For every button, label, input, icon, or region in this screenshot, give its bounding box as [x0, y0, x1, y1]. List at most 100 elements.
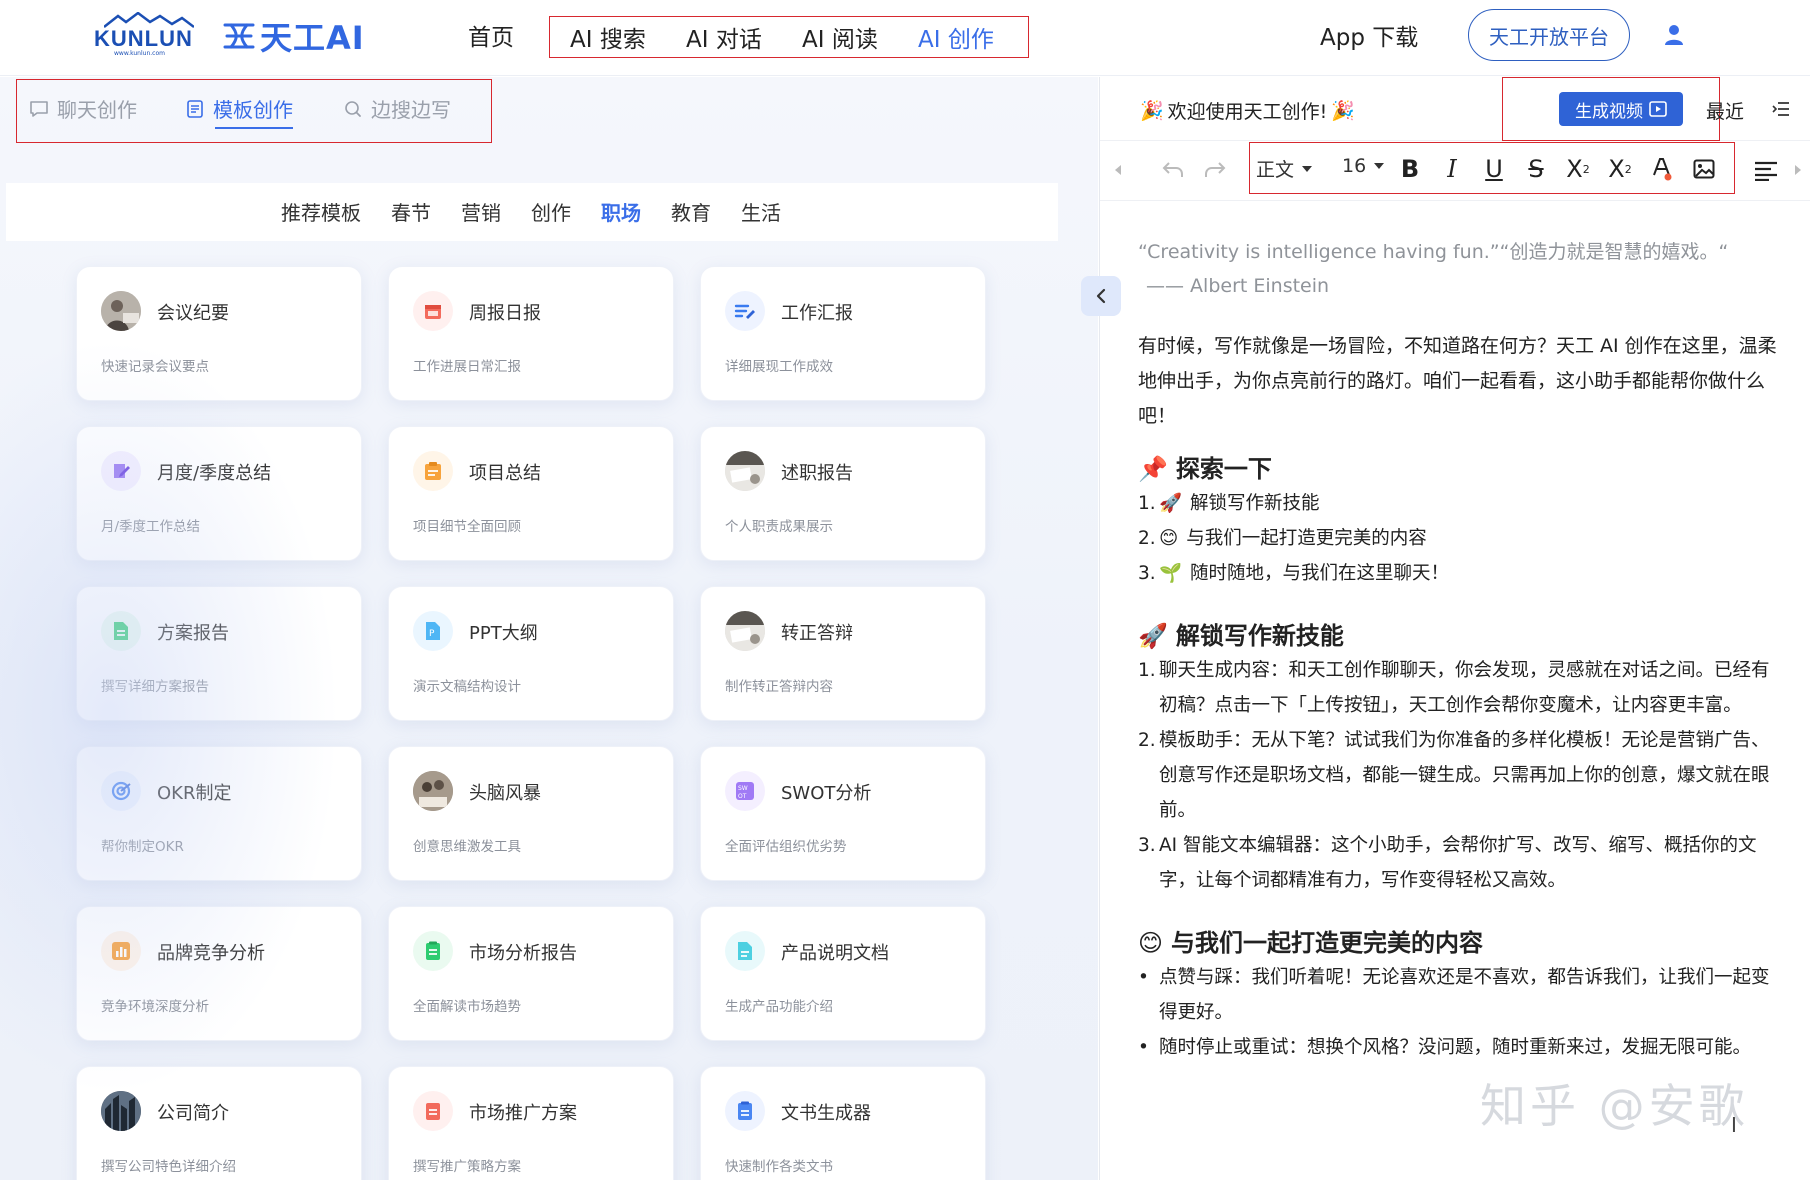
text-style-select[interactable]: 正文 [1256, 155, 1313, 182]
tab-search-write[interactable]: 边搜边写 [343, 94, 451, 123]
category-recommended[interactable]: 推荐模板 [281, 197, 361, 226]
undo-icon[interactable] [1162, 159, 1184, 179]
underline-icon[interactable]: U [1480, 155, 1508, 183]
category-creation[interactable]: 创作 [531, 197, 571, 226]
editor-panel: 🎉 欢迎使用天工创作! 🎉 生成视频 最近 正文 16 B I U S X 2 … [1099, 77, 1810, 1180]
font-color-icon[interactable] [1648, 156, 1676, 182]
redo-icon[interactable] [1204, 159, 1226, 179]
bar-chart-icon [101, 931, 141, 971]
recent-button[interactable]: 最近 [1706, 97, 1744, 124]
tab-label: 模板创作 [213, 98, 293, 122]
template-card-market-analysis[interactable]: 市场分析报告 全面解读市场趋势 [388, 906, 674, 1041]
card-desc: 生成产品功能介绍 [725, 999, 833, 1015]
template-card-product-doc[interactable]: 产品说明文档 生成产品功能介绍 [700, 906, 986, 1041]
heading-text: 探索一下 [1175, 455, 1272, 483]
tab-template-create[interactable]: 模板创作 [185, 94, 293, 129]
template-card-monthly-summary[interactable]: 月度/季度总结 月/季度工作总结 [76, 426, 362, 561]
template-card-document-generator[interactable]: 文书生成器 快速制作各类文书 [700, 1066, 986, 1180]
template-card-debrief-report[interactable]: 述职报告 个人职责成果展示 [700, 426, 986, 561]
nav-ai-create[interactable]: AI 创作 [918, 20, 994, 54]
template-card-ppt-outline[interactable]: P PPT大纲 演示文稿结构设计 [388, 586, 674, 721]
tiangong-wordmark: 天工AI [260, 19, 365, 57]
card-title: 公司简介 [157, 1103, 229, 1124]
nav-ai-read[interactable]: AI 阅读 [802, 20, 878, 54]
subscript-icon[interactable]: X2 [1606, 155, 1634, 183]
align-left-icon[interactable] [1754, 161, 1778, 181]
font-size-value: 16 [1342, 155, 1367, 177]
superscript-icon[interactable]: X2 [1564, 155, 1592, 183]
template-doc-icon [187, 99, 203, 118]
kunlun-logo[interactable]: KUNLUN www.kunlun.com [94, 12, 218, 60]
section-heading-perfect: 😊 与我们一起打造更完美的内容 [1138, 926, 1778, 960]
italic-icon[interactable]: I [1438, 155, 1466, 183]
chevron-left-icon [1096, 288, 1106, 304]
strikethrough-icon[interactable]: S [1522, 155, 1550, 183]
note-edit-icon [101, 451, 141, 491]
category-education[interactable]: 教育 [671, 197, 711, 226]
template-card-project-summary[interactable]: 项目总结 项目细节全面回顾 [388, 426, 674, 561]
caret-down-icon [1302, 165, 1313, 172]
nav-home[interactable]: 首页 [468, 18, 514, 52]
list-menu-icon[interactable] [1772, 101, 1790, 117]
tiangong-logo[interactable]: 天工AI [222, 16, 365, 57]
collapse-panel-button[interactable] [1081, 276, 1121, 316]
quote-author: —— Albert Einstein [1146, 275, 1330, 297]
list-text: AI 智能文本编辑器：这个小助手，会帮你扩写、改写、缩写、概括你的文字，让每个词… [1159, 835, 1757, 891]
category-spring-festival[interactable]: 春节 [391, 197, 431, 226]
nav-ai-search[interactable]: AI 搜索 [570, 20, 646, 54]
scroll-left-icon[interactable] [1114, 165, 1122, 175]
generate-video-button[interactable]: 生成视频 [1559, 92, 1683, 126]
list-number: 1. [1138, 493, 1156, 514]
card-desc: 制作转正答辩内容 [725, 679, 833, 695]
list-item: 1. 聊天生成内容：和天工创作聊聊天，你会发现，灵感就在对话之间。已经有初稿？点击… [1138, 653, 1778, 723]
card-desc: 撰写详细方案报告 [101, 679, 209, 695]
meeting-photo-icon [101, 291, 141, 331]
card-desc: 全面评估组织优劣势 [725, 839, 847, 855]
red-doc-icon [413, 1091, 453, 1131]
card-desc: 快速制作各类文书 [725, 1159, 833, 1175]
template-card-okr[interactable]: OKR制定 帮你制定OKR [76, 746, 362, 881]
green-list-icon [413, 931, 453, 971]
card-desc: 工作进展日常汇报 [413, 359, 521, 375]
app-download-link[interactable]: App 下载 [1320, 18, 1418, 52]
blue-doc-icon [725, 1091, 765, 1131]
tab-chat-create[interactable]: 聊天创作 [29, 94, 137, 123]
section-heading-unlock: 🚀 解锁写作新技能 [1138, 619, 1778, 653]
card-desc: 快速记录会议要点 [101, 359, 209, 375]
nav-ai-chat[interactable]: AI 对话 [686, 20, 762, 54]
card-title: 述职报告 [781, 463, 853, 484]
user-icon[interactable] [1662, 23, 1686, 47]
seedling-icon: 🌱 [1159, 563, 1183, 584]
list-item: • 点赞与踩：我们听着呢！无论喜欢还是不喜欢，都告诉我们，让我们一起变得更好。 [1138, 960, 1778, 1030]
card-title: OKR制定 [157, 783, 232, 804]
list-item: 1. 🚀 解锁写作新技能 [1138, 486, 1778, 521]
template-card-company-profile[interactable]: 公司简介 撰写公司特色详细介绍 [76, 1066, 362, 1180]
tiangong-mark-icon [223, 23, 255, 49]
card-title: 周报日报 [469, 303, 541, 324]
scroll-right-icon[interactable] [1794, 165, 1802, 175]
template-card-meeting-minutes[interactable]: 会议纪要 快速记录会议要点 [76, 266, 362, 401]
card-title: 月度/季度总结 [157, 463, 272, 484]
font-size-select[interactable]: 16 [1342, 155, 1385, 177]
insert-image-icon[interactable] [1690, 156, 1718, 182]
category-workplace[interactable]: 职场 [601, 197, 641, 226]
category-marketing[interactable]: 营销 [461, 197, 501, 226]
template-card-work-report[interactable]: 工作汇报 详细展现工作成效 [700, 266, 986, 401]
editor-document[interactable]: “Creativity is intelligence having fun.”… [1138, 235, 1778, 1137]
rocket-icon: 🚀 [1159, 493, 1183, 514]
card-title: 项目总结 [469, 463, 541, 484]
category-life[interactable]: 生活 [741, 197, 781, 226]
template-card-promotion-defense[interactable]: 转正答辩 制作转正答辩内容 [700, 586, 986, 721]
template-card-brand-competition[interactable]: 品牌竞争分析 竞争环境深度分析 [76, 906, 362, 1041]
tab-label: 聊天创作 [57, 98, 137, 122]
open-platform-button[interactable]: 天工开放平台 [1468, 9, 1630, 61]
template-card-weekly-report[interactable]: 周报日报 工作进展日常汇报 [388, 266, 674, 401]
template-card-marketing-plan[interactable]: 市场推广方案 撰写推广策略方案 [388, 1066, 674, 1180]
template-card-brainstorm[interactable]: 头脑风暴 创意思维激发工具 [388, 746, 674, 881]
top-nav-bar: KUNLUN www.kunlun.com 天工AI 首页 AI 搜索 AI 对… [0, 0, 1810, 76]
card-desc: 项目细节全面回顾 [413, 519, 521, 535]
green-doc-icon [101, 611, 141, 651]
bold-icon[interactable]: B [1396, 155, 1424, 183]
template-card-proposal-report[interactable]: 方案报告 撰写详细方案报告 [76, 586, 362, 721]
template-card-swot[interactable]: SW OT SWOT分析 全面评估组织优劣势 [700, 746, 986, 881]
